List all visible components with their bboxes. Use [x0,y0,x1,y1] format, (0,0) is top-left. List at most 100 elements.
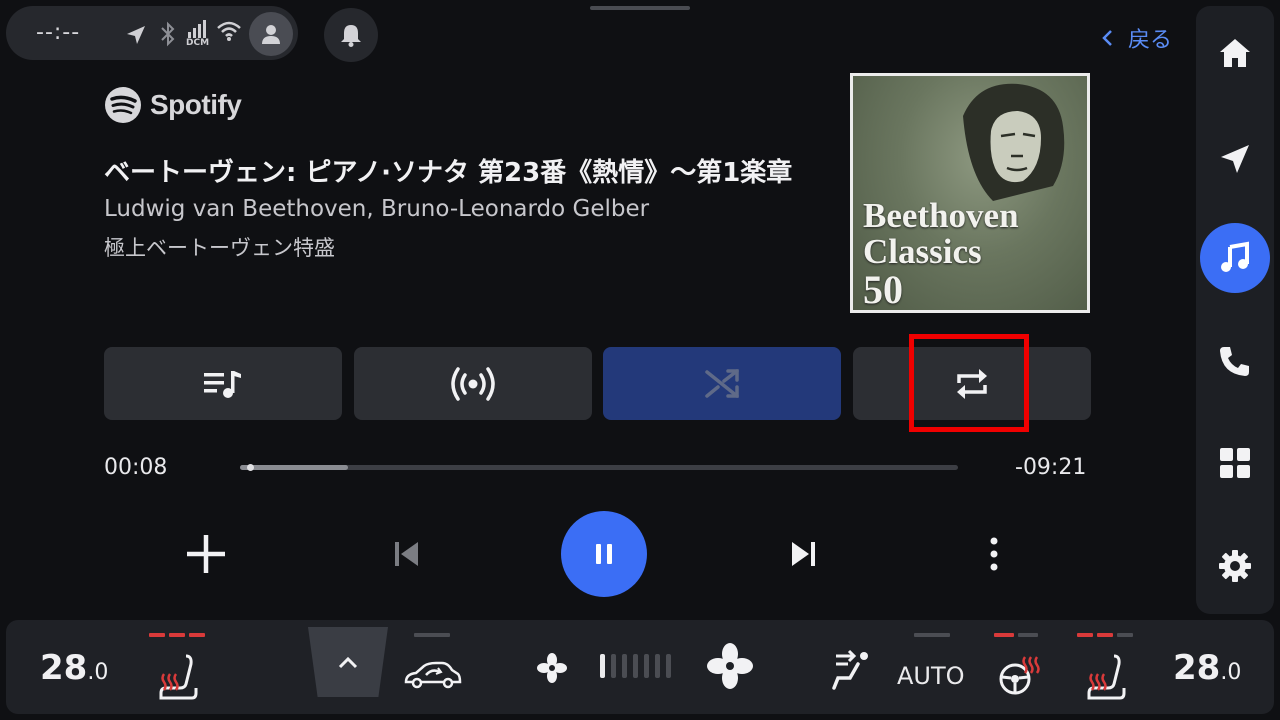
airflow-person-icon [832,649,868,690]
elapsed-time: 00:08 [104,455,168,480]
back-label: 戻る [1128,28,1173,53]
more-vert-icon [990,537,998,571]
remaining-time: -09:21 [1015,455,1087,480]
spotify-icon [105,87,141,123]
plus-icon [187,535,225,573]
fan-level-segment [622,654,627,678]
queue-music-icon [204,370,241,398]
heat-level-segment [1117,633,1133,637]
track-album: 極上ベートーヴェン特盛 [104,236,335,260]
heat-level-segment [1018,633,1038,637]
climate-expand-button[interactable] [308,627,388,697]
navigation-arrow-icon [127,26,145,44]
source-name: Spotify [150,89,242,120]
repeat-highlight-box [909,334,1029,432]
steering-heat-button[interactable] [996,652,1042,698]
notifications-button[interactable] [324,8,378,62]
fan-level-segment [633,654,638,678]
heat-level-segment [1077,633,1093,637]
phone-icon [1220,347,1249,376]
progress-buffered [240,465,348,470]
grid-icon [1220,448,1250,478]
steering-wheel-heat-icon [999,656,1040,695]
previous-button[interactable] [380,528,432,580]
fan-level-segment [666,654,671,678]
steering-heat-level [994,633,1038,637]
profile-button[interactable] [249,12,293,56]
next-button[interactable] [778,528,830,580]
driver-temp[interactable]: 28.0 [40,648,108,688]
driver-seat-heat-level [149,633,205,637]
more-options-button[interactable] [968,528,1020,580]
album-art: Beethoven Classics 50 [850,73,1090,313]
fan-level-segment [611,654,616,678]
play-pause-button[interactable] [561,511,647,597]
add-to-library-button[interactable] [180,528,232,580]
source-logo: Spotify [104,86,242,124]
nav-music[interactable] [1200,223,1270,293]
broadcast-icon [451,366,495,401]
auto-mode-level [914,633,950,637]
bluetooth-icon [161,21,175,47]
dcm-label: DCM [186,38,210,48]
driver-temp-value: 28 [40,648,88,688]
auto-mode-button[interactable]: AUTO [897,662,965,690]
album-art-line2: Classics [863,232,982,271]
profile-icon [262,25,280,44]
shuffle-icon [705,368,739,398]
heat-level-segment [169,633,185,637]
recirculation-button[interactable] [400,652,464,698]
recirculation-level [414,633,450,637]
nav-home[interactable] [1200,18,1270,88]
passenger-temp-decimal: .0 [1220,660,1242,685]
driver-temp-decimal: .0 [87,660,109,685]
heat-level-segment [189,633,205,637]
bell-icon [341,25,361,47]
chevron-up-icon [338,656,358,669]
fan-level-segment [600,654,605,678]
album-art-line1: Beethoven [863,196,1019,235]
track-title: ベートーヴェン: ピアノ·ソナタ 第23番《熱情》～第1楽章 [104,158,793,188]
passenger-temp[interactable]: 28.0 [1173,648,1241,688]
airflow-mode-button[interactable] [826,644,876,694]
home-icon [1220,39,1250,67]
wifi-icon [217,21,241,41]
track-artist: Ludwig van Beethoven, Bruno-Leonardo Gel… [104,196,650,222]
nav-apps[interactable] [1200,428,1270,498]
radio-button[interactable] [354,347,592,420]
heat-level-segment [149,633,165,637]
album-art-line3: 50 [863,267,903,312]
passenger-seat-heat-level [1077,633,1133,637]
driver-seat-heat-button[interactable] [150,650,206,706]
queue-button[interactable] [104,347,342,420]
signal-icon [188,20,206,38]
progress-bar[interactable] [240,464,958,471]
passenger-seat-heat-button[interactable] [1078,650,1134,706]
fan-large-icon [707,643,753,689]
nav-navigation[interactable] [1200,124,1270,194]
pause-icon [596,544,612,564]
fan-level-segment [655,654,660,678]
fan-decrease-button[interactable] [534,650,570,686]
back-button[interactable]: 戻る [1100,22,1172,54]
clock: --:-- [36,20,81,45]
heat-level-segment [1097,633,1113,637]
drag-handle[interactable] [590,6,690,10]
skip-next-icon [792,542,815,566]
passenger-temp-value: 28 [1173,648,1221,688]
skip-previous-icon [395,542,418,566]
fan-increase-button[interactable] [704,640,756,692]
progress-knob[interactable] [247,464,255,471]
chevron-left-icon [1102,30,1112,46]
shuffle-button[interactable] [603,347,841,420]
fan-level-segment [644,654,649,678]
portrait-illustration [963,83,1065,201]
fan-small-icon [537,653,567,683]
heat-level-segment [994,633,1014,637]
fan-speed-bar[interactable] [600,654,671,678]
nav-phone[interactable] [1200,326,1270,396]
music-note-icon [1221,241,1249,272]
navigation-icon [1221,145,1249,173]
seat-heat-icon [159,654,198,700]
nav-settings[interactable] [1200,531,1270,601]
